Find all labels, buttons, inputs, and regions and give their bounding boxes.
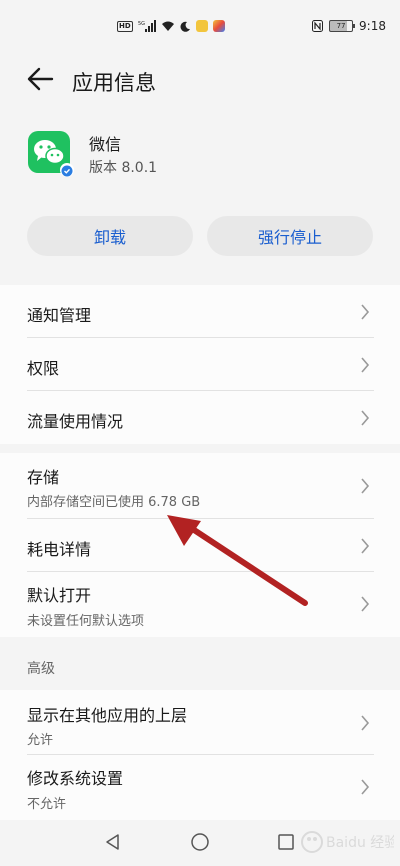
settings-item-display-over-apps[interactable]: 显示在其他应用的上层 允许 (0, 690, 400, 755)
settings-item-open-by-default[interactable]: 默认打开 未设置任何默认选项 (0, 572, 400, 637)
settings-item-summary: 允许 (27, 733, 54, 748)
settings-group-resources: 存储 内部存储空间已使用 6.78 GB 耗电详情 默认打开 未设置任何默认选项 (0, 453, 400, 637)
chevron-right-icon (361, 596, 370, 612)
settings-item-permissions[interactable]: 权限 (0, 338, 400, 391)
svg-text:Baidu 经验: Baidu 经验 (326, 835, 394, 851)
app-version: 版本 8.0.1 (89, 160, 158, 176)
settings-item-label: 修改系统设置 (27, 769, 124, 788)
settings-item-label: 流量使用情况 (27, 412, 124, 431)
chevron-right-icon (361, 538, 370, 554)
settings-item-summary: 内部存储空间已使用 6.78 GB (27, 495, 201, 510)
app-name: 微信 (89, 135, 122, 154)
settings-item-storage[interactable]: 存储 内部存储空间已使用 6.78 GB (0, 453, 400, 519)
nfc-icon (312, 20, 324, 32)
chevron-right-icon (361, 715, 370, 731)
chevron-right-icon (361, 478, 370, 494)
settings-item-label: 显示在其他应用的上层 (27, 706, 188, 725)
verified-badge-icon (60, 163, 74, 177)
baidu-jingyan-watermark: Baidu 经验 (301, 831, 394, 853)
app-notification-icon (195, 20, 208, 32)
settings-group-basic: 通知管理 权限 流量使用情况 (0, 285, 400, 444)
settings-item-notifications[interactable]: 通知管理 (0, 285, 400, 338)
settings-item-summary: 不允许 (27, 797, 67, 812)
chevron-right-icon (361, 779, 370, 795)
status-bar: HD 5G 77 9:18 (0, 0, 400, 48)
signal-icon: 5G (138, 20, 156, 32)
chevron-right-icon (361, 410, 370, 426)
moon-icon (180, 21, 190, 32)
wifi-icon (161, 21, 174, 31)
chevron-right-icon (361, 304, 370, 320)
title-bar: 应用信息 (0, 55, 400, 107)
system-navigation-bar: Baidu 经验 (0, 820, 400, 866)
app-notification-icon (212, 20, 225, 32)
settings-group-advanced: 显示在其他应用的上层 允许 修改系统设置 不允许 (0, 690, 400, 820)
section-heading-advanced: 高级 (27, 661, 55, 677)
settings-item-data-usage[interactable]: 流量使用情况 (0, 391, 400, 444)
nav-back-icon[interactable] (103, 832, 123, 852)
settings-item-label: 存储 (27, 468, 60, 487)
uninstall-button[interactable]: 卸载 (27, 216, 193, 256)
nav-home-icon[interactable] (190, 832, 210, 852)
settings-item-summary: 未设置任何默认选项 (27, 614, 145, 629)
settings-item-label: 耗电详情 (27, 540, 92, 559)
settings-item-modify-system-settings[interactable]: 修改系统设置 不允许 (0, 755, 400, 820)
settings-item-label: 默认打开 (27, 586, 92, 605)
hd-icon: HD (117, 20, 133, 32)
nav-recents-icon[interactable] (276, 832, 296, 852)
settings-item-battery-details[interactable]: 耗电详情 (0, 519, 400, 572)
battery-icon: 77 (329, 20, 356, 32)
clock: 9:18 (359, 19, 386, 33)
status-icons-right: 77 9:18 (312, 19, 386, 33)
wechat-app-icon (28, 131, 74, 177)
chevron-right-icon (361, 357, 370, 373)
back-arrow-icon[interactable] (26, 65, 54, 93)
battery-level: 77 (336, 22, 346, 30)
settings-item-label: 权限 (27, 359, 60, 378)
force-stop-button[interactable]: 强行停止 (207, 216, 373, 256)
status-icons-left: HD 5G (117, 20, 225, 32)
settings-item-label: 通知管理 (27, 306, 92, 325)
svg-text:5G: 5G (138, 21, 145, 27)
page-title: 应用信息 (72, 71, 156, 95)
